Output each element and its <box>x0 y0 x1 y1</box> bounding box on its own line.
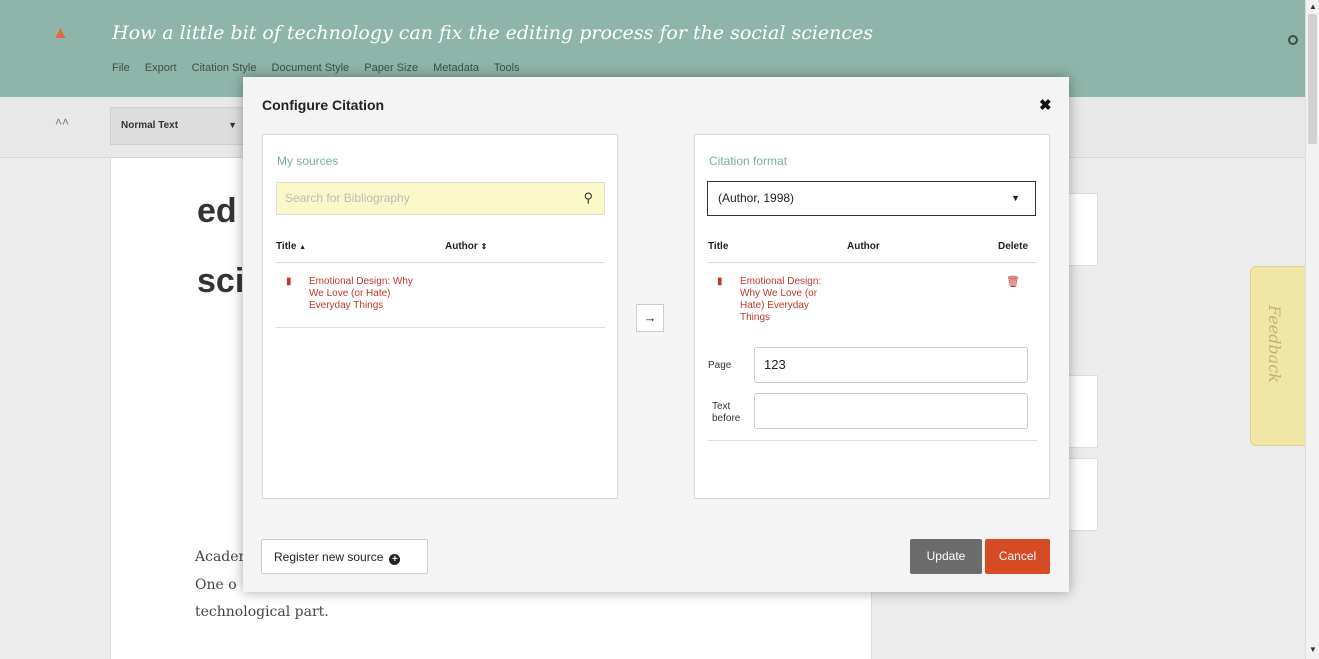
my-sources-heading: My sources <box>277 154 339 168</box>
page-scrollbar[interactable]: ▲ ▼ <box>1305 0 1319 659</box>
menu-file[interactable]: File <box>112 62 130 74</box>
page-label: Page <box>708 360 732 371</box>
update-button[interactable]: Update <box>910 539 982 574</box>
menu-bar: File Export Citation Style Document Styl… <box>112 62 532 74</box>
document-heading-line: ed <box>197 192 237 230</box>
scroll-thumb[interactable] <box>1308 14 1317 144</box>
search-input[interactable] <box>283 190 567 206</box>
sources-author-header[interactable]: Author ⇕ <box>445 241 487 252</box>
text-before-label: Text before <box>712 401 740 425</box>
menu-tools[interactable]: Tools <box>494 62 520 74</box>
add-citation-button[interactable]: → <box>636 304 664 332</box>
document-body-line: Acader <box>195 549 246 565</box>
page-field[interactable]: 123 <box>754 347 1028 383</box>
document-body-line: One o <box>195 577 237 593</box>
book-icon: ▮ <box>286 276 292 287</box>
sources-author-label: Author <box>445 241 478 252</box>
scroll-down-icon[interactable]: ▼ <box>1309 645 1317 654</box>
plus-circle-icon: + <box>389 554 401 565</box>
citation-delete-header: Delete <box>998 241 1029 252</box>
menu-export[interactable]: Export <box>145 62 177 74</box>
configure-citation-dialog: Configure Citation ✖ My sources ⚲ Title … <box>243 77 1069 592</box>
close-icon[interactable]: ✖ <box>1039 96 1052 114</box>
bibliography-search: ⚲ <box>276 182 605 215</box>
source-title-line: Everyday Things <box>309 300 384 311</box>
cited-title-line: Hate) Everyday <box>740 300 809 311</box>
document-title[interactable]: How a little bit of technology can fix t… <box>112 22 873 44</box>
citation-title-header: Title <box>708 241 729 252</box>
menu-paper-size[interactable]: Paper Size <box>364 62 418 74</box>
sources-title-label: Title <box>276 241 297 252</box>
book-icon: ▮ <box>717 276 723 287</box>
citation-author-header: Author <box>847 241 880 252</box>
source-title-line: We Love (or Hate) <box>309 288 391 299</box>
scroll-up-icon[interactable]: ▲ <box>1309 2 1317 11</box>
sources-title-header[interactable]: Title ▲ <box>276 241 306 252</box>
text-before-label-line: before <box>712 413 741 424</box>
dialog-title: Configure Citation <box>262 97 385 113</box>
feedback-label: Feedback <box>1265 305 1284 383</box>
trash-icon[interactable]: 🗑 <box>1006 275 1020 288</box>
feedback-tab[interactable]: Feedback <box>1250 266 1305 446</box>
citation-format-heading: Citation format <box>709 154 788 168</box>
my-sources-panel: My sources ⚲ Title ▲ Author ⇕ ▮ Emotiona… <box>262 134 618 499</box>
cited-title-line: Emotional Design: <box>740 276 822 287</box>
caret-down-icon: ▼ <box>228 120 237 130</box>
sort-asc-icon: ▲ <box>299 244 307 251</box>
register-button-label: Register new source <box>274 550 384 564</box>
chevrons-up-icon[interactable]: ˄˄ <box>55 115 69 129</box>
register-new-source-button[interactable]: Register new source + <box>261 539 428 574</box>
paragraph-style-select[interactable]: Normal Text ▼ <box>110 107 250 145</box>
paragraph-style-value: Normal Text <box>121 120 179 131</box>
search-icon[interactable]: ⚲ <box>583 190 593 206</box>
document-body-line: technological part. <box>195 604 329 620</box>
divider <box>276 262 605 263</box>
citation-format-value: (Author, 1998) <box>718 191 795 205</box>
caret-down-icon: ▼ <box>1011 193 1020 203</box>
divider <box>708 262 1037 263</box>
citation-format-select[interactable]: (Author, 1998) ▼ <box>707 181 1036 216</box>
arrow-right-icon: → <box>643 310 657 325</box>
menu-metadata[interactable]: Metadata <box>433 62 479 74</box>
cited-title-line: Why We Love (or <box>740 288 818 299</box>
fox-logo-icon[interactable]: ▲ <box>52 24 70 42</box>
menu-citation-style[interactable]: Citation Style <box>192 62 257 74</box>
source-title-link[interactable]: Emotional Design: Why We Love (or Hate) … <box>309 276 413 312</box>
text-before-field[interactable] <box>754 393 1028 429</box>
source-title-line: Emotional Design: Why <box>309 276 413 287</box>
cited-source-title[interactable]: Emotional Design: Why We Love (or Hate) … <box>740 276 821 324</box>
document-heading-line: sci <box>197 262 245 300</box>
text-before-label-line: Text <box>712 401 731 412</box>
citation-format-panel: Citation format (Author, 1998) ▼ Title A… <box>694 134 1050 499</box>
cited-title-line: Things <box>740 312 771 323</box>
divider <box>276 327 605 328</box>
divider <box>708 440 1037 441</box>
menu-document-style[interactable]: Document Style <box>272 62 350 74</box>
close-document-icon[interactable] <box>1288 35 1298 45</box>
sort-icon: ⇕ <box>480 242 488 251</box>
cancel-button[interactable]: Cancel <box>985 539 1050 574</box>
